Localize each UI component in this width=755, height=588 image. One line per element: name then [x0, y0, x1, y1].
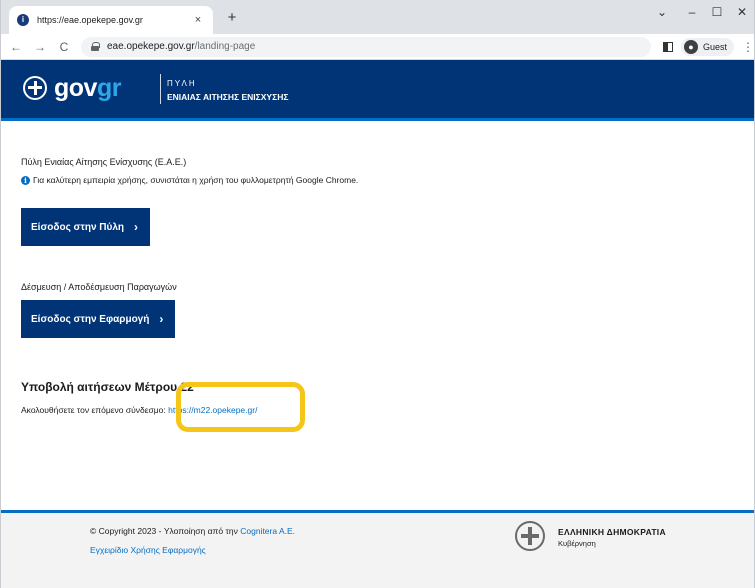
close-tab-icon[interactable]: × — [191, 14, 205, 26]
browser-toolbar: ← → C eae.opekepe.gov.gr/landing-page ● … — [1, 34, 754, 60]
logo-gr: gr — [96, 74, 122, 102]
enter-app-button[interactable]: Είσοδος στην Εφαρμογή › — [21, 300, 176, 338]
maximize-button[interactable]: ☐ — [708, 5, 726, 19]
m22-text: Ακολουθήσετε τον επόμενο σύνδεσμο: — [21, 405, 166, 415]
portal-title: ΕΝΙΑΙΑΣ ΑΙΤΗΣΗΣ ΕΝΙΣΧΥΣΗΣ — [167, 92, 289, 102]
chevron-right-icon: › — [159, 312, 164, 326]
url-text[interactable]: eae.opekepe.gov.gr/landing-page — [107, 41, 255, 52]
info-text: Για καλύτερη εμπειρία χρήσης, συνιστάται… — [33, 175, 359, 185]
enter-portal-label: Είσοδος στην Πύλη — [31, 221, 125, 233]
browser-menu-icon[interactable]: ⋮ — [742, 40, 754, 54]
url-path: /landing-page — [194, 41, 256, 52]
reload-button[interactable]: C — [55, 40, 73, 54]
back-button[interactable]: ← — [7, 40, 25, 54]
logo-gov: gov — [54, 74, 97, 102]
browser-tab[interactable]: i https://eae.opekepe.gov.gr × — [9, 6, 213, 34]
hellenic-republic-emblem-icon — [515, 521, 545, 551]
tab-title: https://eae.opekepe.gov.gr — [37, 15, 143, 25]
portal-label: ΠΥΛΗ — [167, 79, 197, 88]
section-title-producers: Δέσμευση / Αποδέσμευση Παραγωγών — [21, 282, 177, 292]
page-content: govgr ΠΥΛΗ ΕΝΙΑΙΑΣ ΑΙΤΗΣΗΣ ΕΝΙΣΧΥΣΗΣ Πύλ… — [1, 60, 754, 588]
gov-name: ΕΛΛΗΝΙΚΗ ΔΗΜΟΚΡΑΤΙΑ — [558, 527, 666, 537]
copyright-line: © Copyright 2023 - Υλοποίηση από την Cog… — [90, 526, 295, 536]
lock-icon[interactable] — [91, 42, 100, 51]
header-divider — [160, 74, 161, 104]
company-link[interactable]: Cognitera A.E. — [240, 526, 295, 536]
url-host: eae.opekepe.gov.gr — [107, 41, 195, 52]
address-bar[interactable]: eae.opekepe.gov.gr/landing-page — [81, 36, 651, 57]
profile-avatar-icon: ● — [683, 39, 698, 54]
greek-emblem-icon — [23, 76, 47, 100]
close-window-button[interactable]: ✕ — [733, 5, 751, 19]
copyright-text: © Copyright 2023 - Υλοποίηση από την — [90, 526, 238, 536]
chevron-right-icon: › — [134, 220, 139, 234]
section-title-eae: Πύλη Ενιαίας Αίτησης Ενίσχυσης (Ε.Α.Ε.) — [21, 157, 187, 167]
profile-button[interactable]: ● Guest — [680, 37, 734, 56]
browser-recommendation: i Για καλύτερη εμπειρία χρήσης, συνιστάτ… — [21, 175, 358, 185]
browser-window: i https://eae.opekepe.gov.gr × + ⌄ – ☐ ✕… — [0, 0, 755, 588]
site-favicon-icon: i — [17, 14, 29, 26]
user-manual-link[interactable]: Εγχειρίδιο Χρήσης Εφαρμογής — [90, 545, 206, 555]
enter-app-label: Είσοδος στην Εφαρμογή — [31, 313, 150, 325]
tab-search-icon[interactable]: ⌄ — [653, 5, 671, 19]
header-stripe — [1, 118, 754, 121]
logo-text: govgr — [54, 74, 122, 102]
profile-name: Guest — [702, 41, 727, 52]
m22-heading: Υποβολή αιτήσεων Μέτρου 22 — [21, 380, 194, 394]
site-header: govgr ΠΥΛΗ ΕΝΙΑΙΑΣ ΑΙΤΗΣΗΣ ΕΝΙΣΧΥΣΗΣ — [1, 60, 754, 118]
enter-portal-button[interactable]: Είσοδος στην Πύλη › — [21, 208, 151, 246]
side-panel-icon[interactable] — [662, 41, 673, 52]
govgr-logo[interactable]: govgr — [23, 74, 122, 102]
forward-button[interactable]: → — [31, 40, 49, 54]
new-tab-button[interactable]: + — [223, 9, 241, 26]
minimize-button[interactable]: – — [683, 5, 701, 19]
highlight-annotation — [176, 382, 305, 432]
info-icon: i — [21, 175, 30, 185]
gov-subtitle: Κυβέρνηση — [558, 539, 596, 548]
tab-strip: i https://eae.opekepe.gov.gr × + ⌄ – ☐ ✕ — [1, 0, 754, 34]
